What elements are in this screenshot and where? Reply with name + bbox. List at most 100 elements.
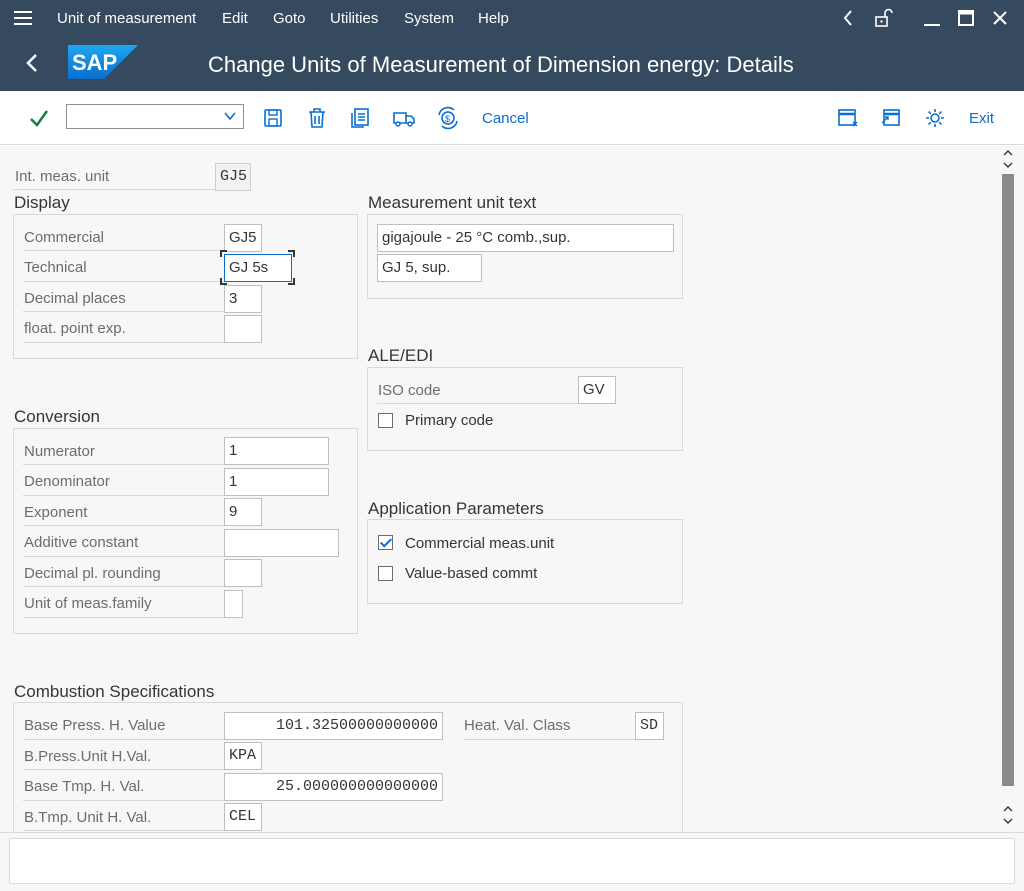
chevron-down-icon[interactable] [223, 109, 237, 128]
conversion-group-title: Conversion [14, 407, 100, 426]
status-bar [0, 832, 1024, 891]
toolbar: $ Cancel Exit [0, 91, 1024, 145]
hamburger-menu-icon[interactable] [14, 11, 32, 25]
base-tmp-label: Base Tmp. H. Val. [24, 778, 145, 795]
menu-edit[interactable]: Edit [222, 10, 248, 27]
cancel-button[interactable]: Cancel [482, 110, 529, 127]
commercial-label: Commercial [24, 229, 105, 246]
minimize-icon[interactable] [922, 8, 942, 32]
currency-exchange-icon[interactable]: $ [436, 106, 460, 130]
label-underline [23, 525, 224, 526]
decimal-rounding-field[interactable] [224, 559, 262, 587]
svg-text:SAP: SAP [72, 50, 117, 75]
technical-field[interactable]: GJ 5s [224, 254, 292, 282]
menu-unit-of-measurement[interactable]: Unit of measurement [57, 10, 196, 27]
base-tmp-field[interactable]: 25.000000000000000 [224, 773, 443, 801]
unit-long-text-field[interactable]: gigajoule - 25 °C comb.,sup. [377, 224, 674, 252]
exit-button[interactable]: Exit [969, 110, 994, 127]
delete-icon[interactable] [305, 106, 329, 130]
copy-document-icon[interactable] [348, 106, 372, 130]
scroll-down-icon[interactable] [1003, 804, 1013, 829]
menu-help[interactable]: Help [478, 10, 509, 27]
label-underline [23, 830, 224, 831]
create-shortcut-icon[interactable] [879, 106, 903, 130]
label-underline [23, 617, 224, 618]
base-press-label: Base Press. H. Value [24, 717, 166, 734]
menu-bar: Unit of measurement Edit Goto Utilities … [0, 0, 1024, 37]
menu-system[interactable]: System [404, 10, 454, 27]
unit-short-text-field[interactable]: GJ 5, sup. [377, 254, 482, 282]
save-icon[interactable] [261, 106, 285, 130]
denominator-field[interactable]: 1 [224, 468, 329, 496]
tmp-unit-field[interactable]: CEL [224, 803, 262, 831]
exponent-field[interactable]: 9 [224, 498, 262, 526]
label-underline [23, 281, 224, 282]
numerator-field[interactable]: 1 [224, 437, 329, 465]
base-press-field[interactable]: 101.32500000000000 [224, 712, 443, 740]
app-params-group-title: Application Parameters [368, 499, 544, 518]
label-underline [377, 403, 578, 404]
float-point-exp-field[interactable] [224, 315, 262, 343]
label-underline [23, 464, 224, 465]
iso-code-field[interactable]: GV [578, 376, 616, 404]
page-title: Change Units of Measurement of Dimension… [208, 52, 794, 77]
app-params-group-box [367, 519, 683, 604]
label-underline [23, 800, 224, 801]
press-unit-label: B.Press.Unit H.Val. [24, 748, 152, 765]
menu-utilities[interactable]: Utilities [330, 10, 378, 27]
scrollbar-thumb[interactable] [1002, 174, 1014, 786]
primary-code-checkbox[interactable] [378, 413, 393, 428]
ale-group-title: ALE/EDI [368, 346, 434, 365]
decimal-places-label: Decimal places [24, 290, 126, 307]
sap-logo: SAP [68, 45, 138, 79]
numerator-label: Numerator [24, 443, 95, 460]
int-unit-label: Int. meas. unit [15, 168, 110, 185]
label-underline [23, 739, 224, 740]
float-point-exp-label: float. point exp. [24, 320, 126, 337]
denominator-label: Denominator [24, 473, 110, 490]
new-session-icon[interactable] [836, 106, 860, 130]
vertical-scrollbar[interactable] [1000, 146, 1024, 832]
back-icon[interactable] [24, 49, 40, 82]
commercial-field[interactable]: GJ5 [224, 224, 262, 252]
unit-family-field[interactable] [224, 590, 243, 618]
label-underline [23, 250, 224, 251]
heat-class-field[interactable]: SD [635, 712, 664, 740]
focus-corner [220, 250, 227, 257]
additive-constant-field[interactable] [224, 529, 339, 557]
command-field[interactable] [66, 104, 244, 129]
label-underline [23, 769, 224, 770]
decimal-places-field[interactable]: 3 [224, 285, 262, 313]
label-underline [23, 586, 224, 587]
maximize-icon[interactable] [956, 8, 976, 32]
window-back-icon[interactable] [842, 8, 854, 32]
label-underline [23, 495, 224, 496]
scroll-up-icon[interactable] [1003, 148, 1013, 173]
menu-goto[interactable]: Goto [273, 10, 306, 27]
decimal-rounding-label: Decimal pl. rounding [24, 565, 161, 582]
int-unit-field: GJ5 [215, 163, 251, 191]
ale-group-box [367, 367, 683, 451]
label-underline [13, 189, 215, 190]
unit-family-label: Unit of meas.family [24, 595, 152, 612]
commercial-unit-checkbox[interactable] [378, 535, 393, 550]
label-underline [23, 342, 224, 343]
enter-check-icon[interactable] [27, 106, 51, 130]
settings-gear-icon[interactable] [923, 106, 947, 130]
status-message [9, 838, 1015, 884]
tmp-unit-label: B.Tmp. Unit H. Val. [24, 809, 152, 826]
close-icon[interactable] [990, 8, 1010, 32]
press-unit-field[interactable]: KPA [224, 742, 262, 770]
value-based-checkbox[interactable] [378, 566, 393, 581]
technical-label: Technical [24, 259, 87, 276]
focus-corner [220, 278, 227, 285]
combustion-group-title: Combustion Specifications [14, 682, 215, 701]
heat-class-label: Heat. Val. Class [464, 717, 571, 734]
iso-code-label: ISO code [378, 382, 441, 399]
focus-corner [288, 250, 295, 257]
additive-constant-label: Additive constant [24, 534, 139, 551]
unit-text-group-title: Measurement unit text [368, 193, 537, 212]
unlock-icon[interactable] [873, 8, 893, 32]
primary-code-label: Primary code [405, 412, 494, 429]
transport-truck-icon[interactable] [392, 106, 416, 130]
